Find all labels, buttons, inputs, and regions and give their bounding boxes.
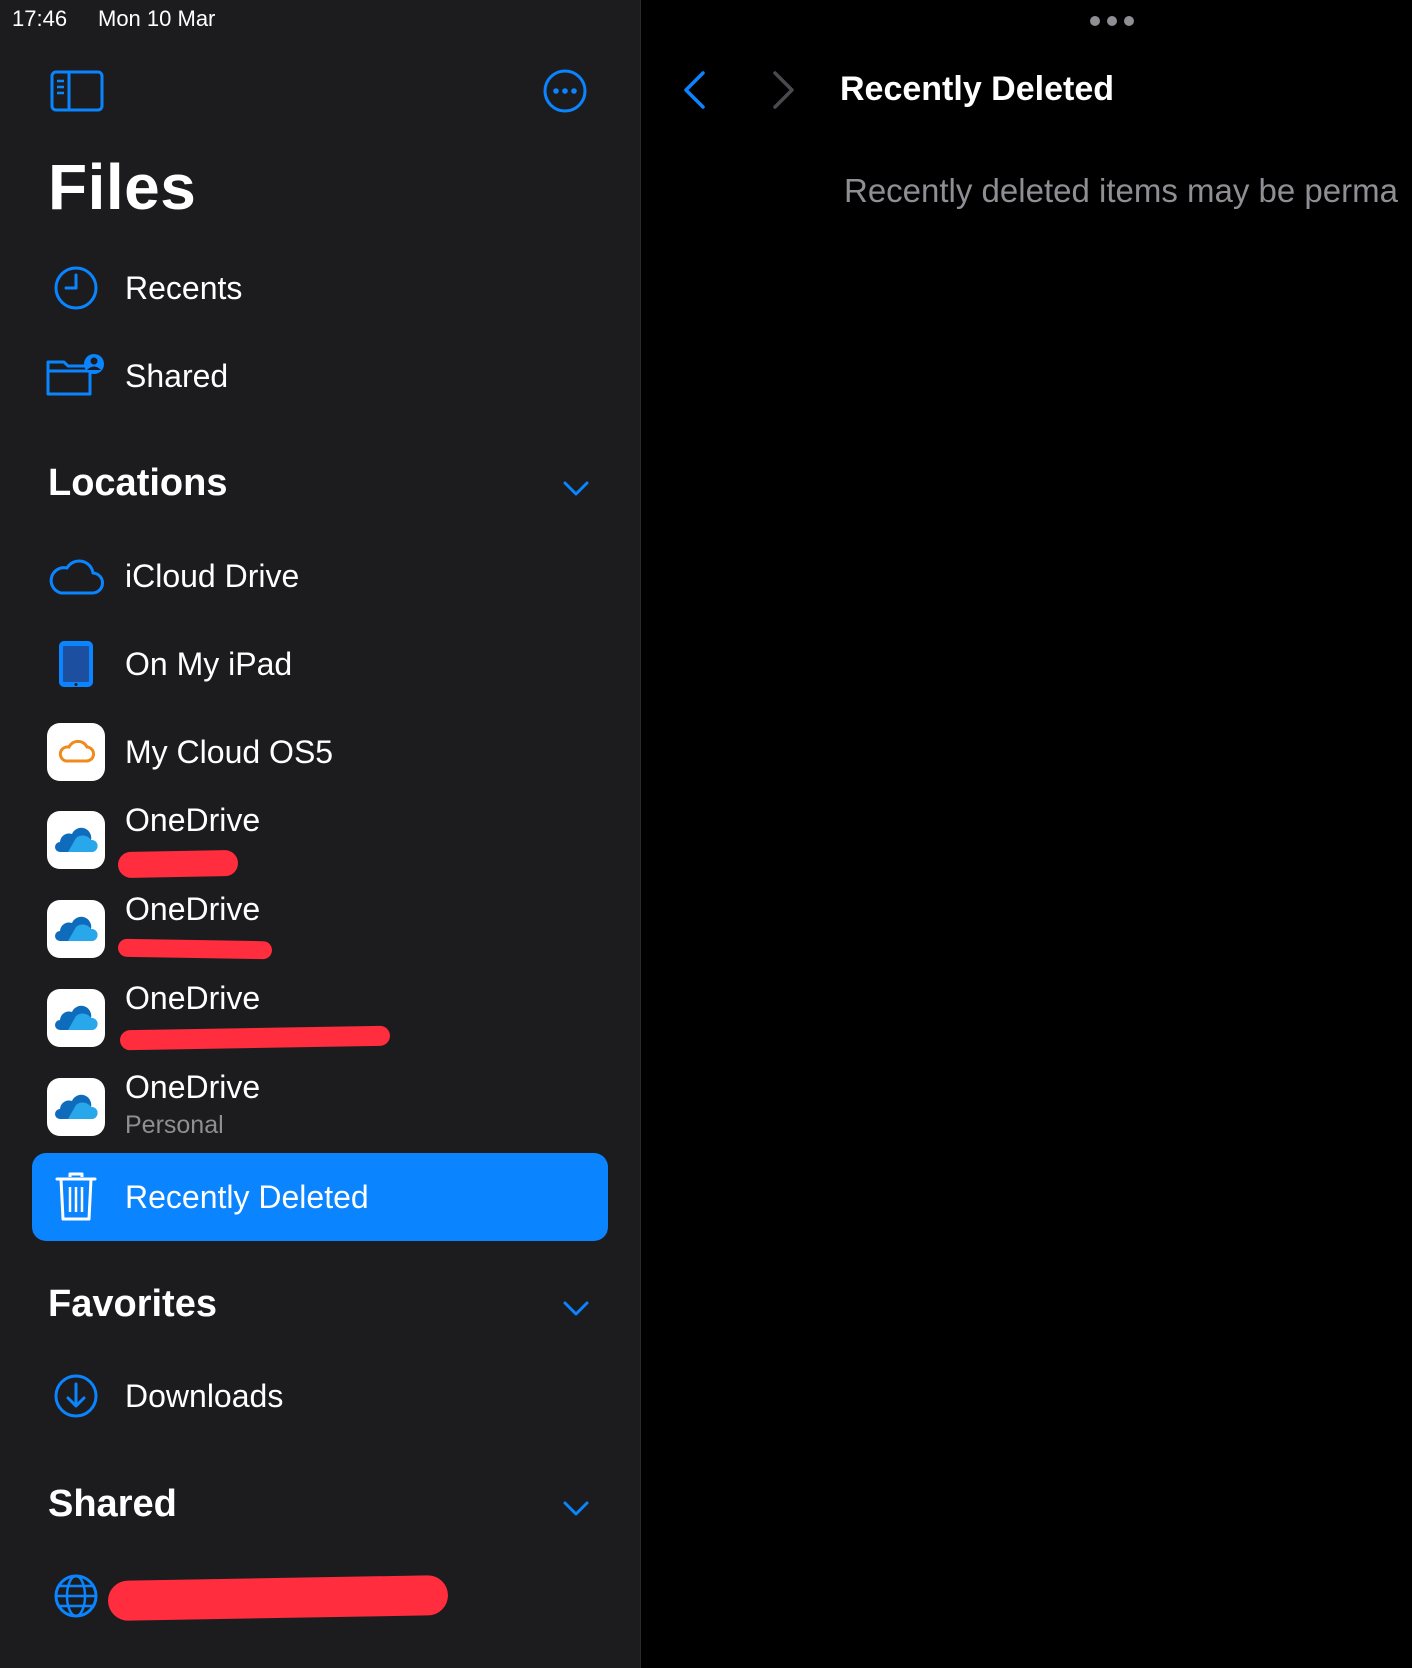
sidebar-item-recently-deleted-content: Recently Deleted [0,1157,640,1237]
sidebar-item-label: On My iPad [125,645,293,682]
clock-icon [46,258,106,318]
empty-state-message: Recently deleted items may be perma [844,172,1398,209]
sidebar-item-label: OneDrive [125,1069,261,1105]
sidebar-item-sublabel: Personal [125,1111,224,1139]
sidebar-item-label: OneDrive [125,802,261,838]
status-date: Mon 10 Mar [98,6,216,31]
onedrive-icon [46,988,106,1048]
sidebar-item-on-my-ipad[interactable]: On My iPad [0,624,640,704]
sidebar-item-label: Shared [125,357,229,394]
sidebar-item-label: OneDrive [125,980,261,1016]
onedrive-icon [46,899,106,959]
chevron-down-icon[interactable] [562,1300,590,1323]
locations-header: Locations [48,462,228,504]
download-icon [46,1366,106,1426]
redaction-mark [107,1575,449,1621]
sidebar-item-label: Recently Deleted [125,1178,369,1215]
trash-icon [46,1167,106,1227]
favorites-header: Favorites [48,1283,217,1325]
sidebar-toggle-icon[interactable] [50,70,104,117]
detail-title: Recently Deleted [840,70,1114,108]
onedrive-icon [46,1077,106,1137]
sidebar-item-label: My Cloud OS5 [125,733,334,770]
mycloud-icon [46,722,106,782]
page-title: Files [48,151,197,223]
sidebar-item-shared[interactable]: Shared [0,336,640,416]
sidebar-item-recents[interactable]: Recents [0,248,640,328]
chevron-down-icon[interactable] [562,1500,590,1523]
sidebar: 17:46 Mon 10 Mar Files Recents Shared Lo… [0,0,640,1668]
detail-pane: Recently Deleted Recently deleted items … [641,0,1412,1668]
icloud-icon [46,546,106,606]
more-options-icon[interactable] [542,68,588,119]
sidebar-item-label: iCloud Drive [125,557,300,594]
back-icon[interactable] [681,70,707,115]
redaction-mark [117,849,239,879]
shared-section-header: Shared [48,1483,177,1525]
shared-folder-icon [46,346,106,406]
globe-icon [46,1566,106,1626]
onedrive-icon [46,810,106,870]
multitasking-dots-icon[interactable] [1090,16,1134,26]
sidebar-item-label: Downloads [125,1377,284,1414]
sidebar-item-onedrive-personal[interactable]: OneDrive Personal [0,1067,640,1147]
sidebar-item-label: OneDrive [125,891,261,927]
status-time: 17:46 [12,6,68,31]
sidebar-item-my-cloud-os5[interactable]: My Cloud OS5 [0,712,640,792]
chevron-down-icon[interactable] [562,480,590,503]
sidebar-item-icloud-drive[interactable]: iCloud Drive [0,536,640,616]
sidebar-item-downloads[interactable]: Downloads [0,1356,640,1436]
sidebar-item-label: Recents [125,269,243,306]
sidebar-item-onedrive-2[interactable]: OneDrive [0,889,640,969]
ipad-icon [46,634,106,694]
forward-icon[interactable] [771,70,797,115]
redaction-mark [117,938,273,960]
sidebar-item-onedrive-1[interactable]: OneDrive [0,800,640,880]
